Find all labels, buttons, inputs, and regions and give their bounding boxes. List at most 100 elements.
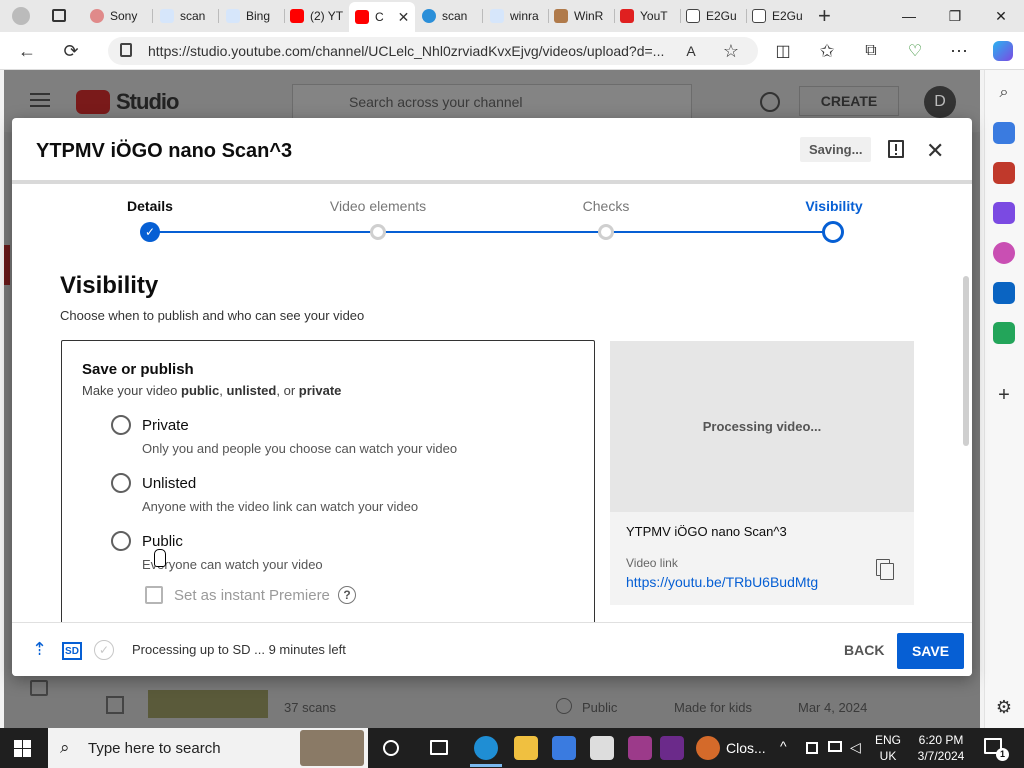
- create-button[interactable]: CREATE: [799, 86, 899, 116]
- private-radio[interactable]: [111, 415, 131, 435]
- hamburger-menu-icon[interactable]: [30, 93, 50, 107]
- cortana-icon[interactable]: [383, 740, 399, 756]
- new-tab-button[interactable]: +: [818, 3, 831, 29]
- tab-bing[interactable]: Bing: [226, 4, 280, 28]
- favorite-star-icon[interactable]: ☆: [718, 39, 744, 63]
- step-checks-dot[interactable]: [598, 224, 614, 240]
- row-video-title[interactable]: 37 scans: [284, 700, 336, 715]
- help-circle-icon[interactable]: [760, 92, 780, 112]
- dialog-title: YTPMV iÖGO nano Scan^3: [36, 140, 293, 162]
- public-label[interactable]: Public: [142, 533, 183, 550]
- instant-premiere-checkbox[interactable]: [145, 586, 163, 604]
- sd-badge-icon: SD: [62, 642, 82, 660]
- minimize-button[interactable]: —: [886, 0, 932, 32]
- step-visibility-dot[interactable]: [822, 221, 844, 243]
- more-menu-icon[interactable]: ⋯: [946, 39, 972, 63]
- save-button[interactable]: SAVE: [897, 633, 964, 669]
- close-tab-icon[interactable]: ✕: [398, 9, 410, 26]
- collections-icon[interactable]: ⧉: [858, 39, 884, 63]
- read-aloud-icon[interactable]: A: [678, 39, 704, 63]
- copilot-icon[interactable]: [990, 39, 1016, 63]
- store-icon[interactable]: [552, 736, 576, 760]
- studio-logo-text[interactable]: Studio: [116, 89, 179, 115]
- studio-search-input[interactable]: Search across your channel: [292, 84, 692, 120]
- tools-icon[interactable]: [993, 162, 1015, 184]
- report-flag-icon[interactable]: [888, 140, 904, 158]
- video-link[interactable]: https://youtu.be/TRbU6BudMtg: [626, 574, 818, 590]
- unlisted-radio[interactable]: [111, 473, 131, 493]
- send-icon[interactable]: [993, 322, 1015, 344]
- extra-app-icon[interactable]: [660, 736, 684, 760]
- favorites-icon[interactable]: ✩: [814, 39, 840, 63]
- language-indicator[interactable]: ENG UK: [872, 732, 904, 764]
- split-screen-icon[interactable]: ◫: [770, 39, 796, 63]
- search-favicon-icon: [160, 9, 174, 23]
- close-window-button[interactable]: ✕: [978, 0, 1024, 32]
- task-view-icon[interactable]: [430, 740, 448, 755]
- public-radio[interactable]: [111, 531, 131, 551]
- save-or-publish-title: Save or publish: [82, 361, 194, 378]
- tab-e2gu-2[interactable]: E2Gu: [752, 4, 810, 28]
- display-icon[interactable]: [828, 741, 842, 752]
- refresh-icon[interactable]: ⟳: [58, 39, 84, 63]
- tray-chevron-icon[interactable]: ^: [780, 738, 787, 754]
- private-description: Only you and people you choose can watch…: [142, 441, 458, 456]
- profile-icon[interactable]: [12, 7, 30, 25]
- tab-scan-1[interactable]: scan: [160, 4, 216, 28]
- settings-gear-icon[interactable]: ⚙: [993, 696, 1015, 718]
- step-details-label[interactable]: Details: [127, 198, 173, 214]
- public-description: Everyone can watch your video: [142, 557, 323, 572]
- step-video-elements-dot[interactable]: [370, 224, 386, 240]
- feedback-icon[interactable]: [30, 680, 48, 696]
- help-icon[interactable]: ?: [338, 586, 356, 604]
- shopping-icon[interactable]: [993, 122, 1015, 144]
- dialog-scrollbar[interactable]: [963, 276, 969, 446]
- private-label[interactable]: Private: [142, 417, 189, 434]
- back-button[interactable]: BACK: [834, 639, 894, 661]
- back-arrow-icon[interactable]: ←: [14, 39, 40, 63]
- taskbar-app-label[interactable]: Clos...: [726, 740, 766, 756]
- clock[interactable]: 6:20 PM 3/7/2024: [912, 732, 970, 764]
- browser-essentials-icon[interactable]: ♡: [902, 39, 928, 63]
- avatar[interactable]: D: [924, 86, 956, 118]
- step-checks-label[interactable]: Checks: [583, 198, 630, 214]
- upload-arrow-icon[interactable]: ⇡: [32, 639, 47, 660]
- step-video-elements-label[interactable]: Video elements: [330, 198, 426, 214]
- maximize-button[interactable]: ❐: [932, 0, 978, 32]
- tab-winrar-search[interactable]: winra: [490, 4, 546, 28]
- search-icon[interactable]: ⌕: [993, 82, 1015, 104]
- tab-youtube-download[interactable]: YouT: [620, 4, 678, 28]
- tab-winrar[interactable]: WinR: [554, 4, 612, 28]
- tab-youtube-studio-active[interactable]: C ✕: [349, 2, 415, 32]
- add-sidebar-icon[interactable]: +: [993, 384, 1015, 406]
- volume-muted-icon[interactable]: ◁: [850, 739, 861, 756]
- tab-scan-2[interactable]: scan: [422, 4, 478, 28]
- tab-actions-icon[interactable]: [52, 9, 66, 22]
- outlook-icon[interactable]: [993, 282, 1015, 304]
- row-audience: Made for kids: [674, 700, 753, 715]
- weather-app-icon[interactable]: [696, 736, 720, 760]
- url-field[interactable]: https://studio.youtube.com/channel/UCLel…: [108, 37, 758, 65]
- tab-youtube-2[interactable]: (2) YT: [290, 4, 346, 28]
- games-icon[interactable]: [993, 202, 1015, 224]
- network-icon[interactable]: [806, 742, 818, 754]
- instant-premiere-label[interactable]: Set as instant Premiere: [174, 587, 330, 604]
- windows-start-icon[interactable]: [14, 740, 31, 757]
- copy-icon[interactable]: [876, 559, 896, 581]
- file-explorer-icon[interactable]: [514, 736, 538, 760]
- tab-sony[interactable]: Sony: [90, 4, 150, 28]
- save-or-publish-box: Save or publish Make your video public, …: [61, 340, 595, 630]
- close-dialog-icon[interactable]: ✕: [926, 138, 944, 164]
- step-details-check-icon[interactable]: ✓: [140, 222, 160, 242]
- hand-cursor-icon: [154, 549, 166, 567]
- tab-e2gu-1[interactable]: E2Gu: [686, 4, 744, 28]
- taskbar-search-input[interactable]: ⌕ Type here to search: [48, 728, 368, 768]
- unlisted-label[interactable]: Unlisted: [142, 475, 196, 492]
- office-icon[interactable]: [993, 242, 1015, 264]
- winrar-icon[interactable]: [628, 736, 652, 760]
- preview-video-title: YTPMV iÖGO nano Scan^3: [626, 524, 787, 539]
- mail-icon[interactable]: [590, 736, 614, 760]
- step-visibility-label[interactable]: Visibility: [805, 198, 862, 214]
- row-checkbox[interactable]: [106, 696, 124, 714]
- edge-taskbar-icon[interactable]: [474, 736, 498, 760]
